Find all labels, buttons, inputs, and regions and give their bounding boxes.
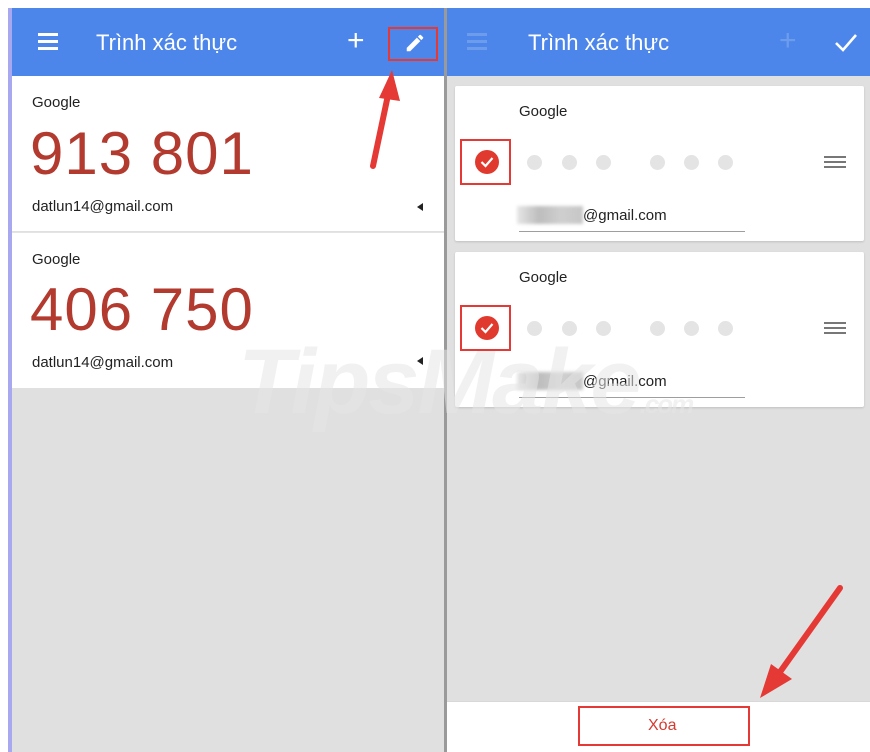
arrow-to-delete <box>760 585 843 698</box>
annotation-arrows <box>370 70 843 698</box>
arrow-to-edit <box>370 70 400 169</box>
